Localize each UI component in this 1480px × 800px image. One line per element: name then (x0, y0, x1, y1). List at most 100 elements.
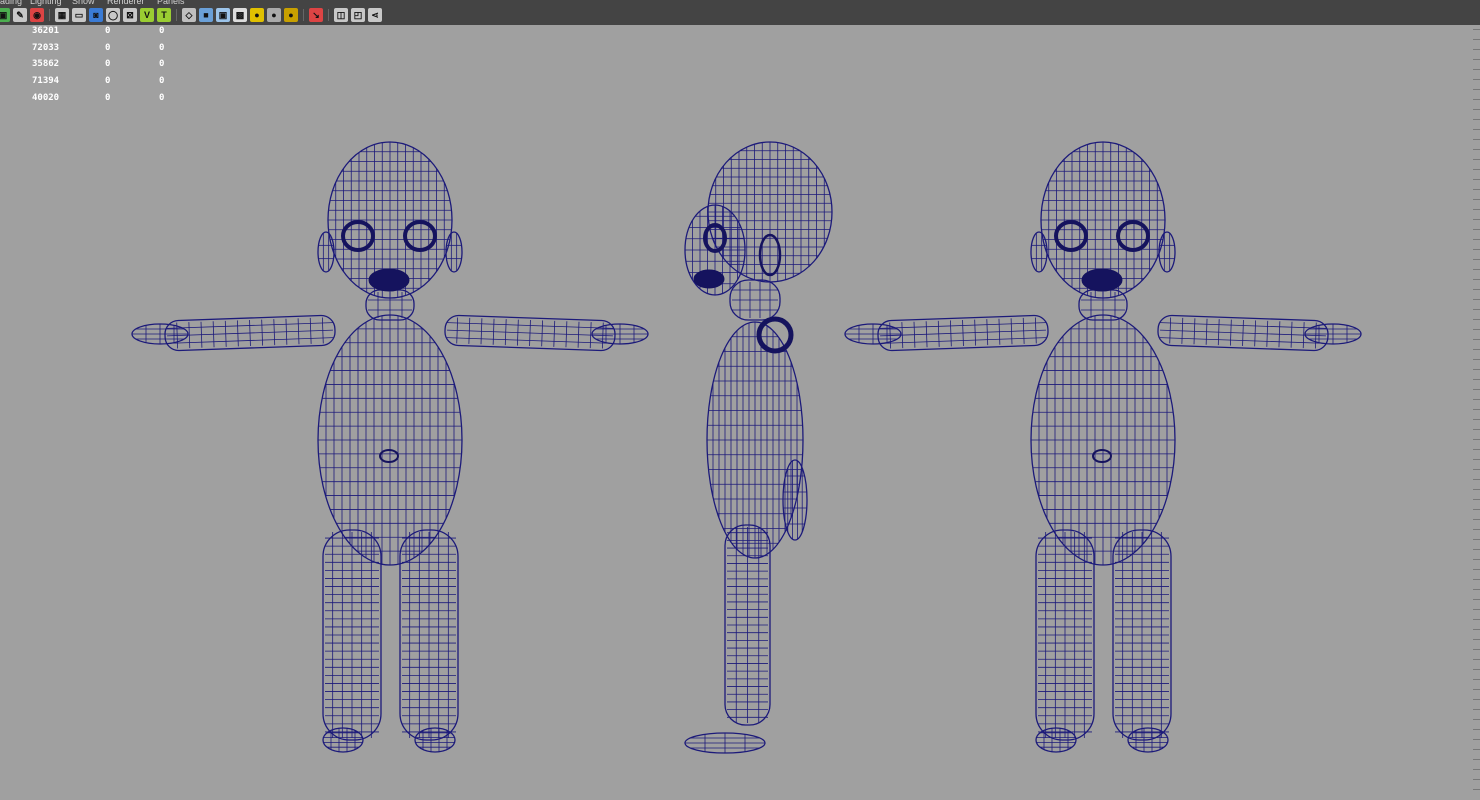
menu-lighting[interactable]: Lighting (30, 0, 62, 7)
maya-viewport[interactable]: ading Lighting Show Renderer Panels ▣ ✎ ◉ ▦ ▭ ◙ ◯ ⊠… (0, 0, 1480, 800)
mouth-mesh (1081, 268, 1123, 292)
edge-tick (1473, 379, 1480, 380)
side-neck-mesh (729, 279, 781, 321)
edge-tick (1473, 659, 1480, 660)
edge-tick (1473, 309, 1480, 310)
side-shoulder-mesh (756, 316, 794, 354)
hud-value: 0 (159, 26, 165, 36)
select-camera-icon[interactable]: ▣ (0, 8, 10, 22)
field-chart-icon[interactable]: ⊠ (123, 8, 137, 22)
hud-row: 71394 0 0 (0, 76, 200, 90)
side-mouth-mesh (693, 269, 725, 289)
left-eye-mesh (1054, 220, 1088, 252)
edge-tick (1473, 349, 1480, 350)
right-hand-mesh (591, 323, 649, 345)
edge-tick (1473, 549, 1480, 550)
edge-tick (1473, 149, 1480, 150)
edge-tick (1473, 369, 1480, 370)
textured-icon[interactable]: ▩ (233, 8, 247, 22)
toolbar-separator (328, 9, 329, 21)
edge-tick (1473, 509, 1480, 510)
xray-joints-icon[interactable]: ◰ (351, 8, 365, 22)
menu-ading[interactable]: ading (0, 0, 22, 7)
screen-space-ao-icon[interactable]: ● (284, 8, 298, 22)
wireframe-on-shaded-icon[interactable]: ▣ (216, 8, 230, 22)
grid-icon[interactable]: ▦ (55, 8, 69, 22)
edge-tick (1473, 169, 1480, 170)
edge-tick (1473, 259, 1480, 260)
edge-tick (1473, 199, 1480, 200)
menu-panels[interactable]: Panels (157, 0, 185, 7)
hud-row: 35862 0 0 (0, 59, 200, 73)
icon-bar: ▣ ✎ ◉ ▦ ▭ ◙ ◯ ⊠ V T ◇ ■ ▣ ▩ ● ● ● ↘ ◫ ◰ ⋖ (0, 8, 1480, 24)
right-ear-mesh (1158, 231, 1176, 273)
hud-value: 0 (105, 59, 111, 70)
edge-tick (1473, 679, 1480, 680)
right-ear-mesh (445, 231, 463, 273)
left-arm-mesh (877, 314, 1049, 352)
hud-value: 0 (105, 42, 111, 53)
edge-tick (1473, 139, 1480, 140)
left-hand-mesh (131, 323, 189, 345)
use-all-lights-icon[interactable]: ● (250, 8, 264, 22)
toolbar-separator (49, 9, 50, 21)
lock-camera-icon[interactable]: ✎ (13, 8, 27, 22)
safe-title-icon[interactable]: T (157, 8, 171, 22)
edge-tick (1473, 179, 1480, 180)
edge-tick (1473, 669, 1480, 670)
right-arm-mesh (1157, 314, 1329, 352)
viewport-toolbar: ading Lighting Show Renderer Panels ▣ ✎ ◉ ▦ ▭ ◙ ◯ ⊠… (0, 0, 1480, 25)
edge-tick (1473, 39, 1480, 40)
hud-row: 36201 0 0 (0, 26, 200, 40)
edge-tick (1473, 559, 1480, 560)
edge-tick (1473, 409, 1480, 410)
edge-tick (1473, 489, 1480, 490)
bookmark-icon[interactable]: ◉ (30, 8, 44, 22)
edge-tick (1473, 119, 1480, 120)
edge-tick (1473, 239, 1480, 240)
edge-tick (1473, 709, 1480, 710)
menu-show[interactable]: Show (72, 0, 95, 7)
hud-value: 71394 (32, 76, 60, 87)
back-view-wireframe[interactable] (843, 140, 1363, 760)
smooth-shade-icon[interactable]: ■ (199, 8, 213, 22)
safe-action-icon[interactable]: V (140, 8, 154, 22)
resolution-gate-icon[interactable]: ◙ (89, 8, 103, 22)
front-view-wireframe[interactable] (130, 140, 650, 760)
navel-mesh (379, 449, 399, 463)
edge-tick (1473, 499, 1480, 500)
isolate-select-icon[interactable]: ↘ (309, 8, 323, 22)
right-eye-mesh (1116, 220, 1150, 252)
hud-value: 0 (105, 76, 111, 87)
edge-tick (1473, 649, 1480, 650)
edge-tick (1473, 619, 1480, 620)
navel-mesh (1092, 449, 1112, 463)
hud-value: 35862 (32, 59, 60, 70)
film-gate-icon[interactable]: ▭ (72, 8, 86, 22)
edge-tick (1473, 569, 1480, 570)
edge-tick (1473, 79, 1480, 80)
edge-tick (1473, 779, 1480, 780)
xray-icon[interactable]: ◫ (334, 8, 348, 22)
edge-tick (1473, 699, 1480, 700)
edge-tick (1473, 89, 1480, 90)
edge-tick (1473, 759, 1480, 760)
hud-value: 0 (105, 26, 111, 36)
side-torso-mesh (706, 321, 804, 559)
edge-tick (1473, 739, 1480, 740)
edge-tick (1473, 729, 1480, 730)
edge-tick (1473, 439, 1480, 440)
side-buttock-mesh (782, 459, 808, 541)
left-ear-mesh (1030, 231, 1048, 273)
edge-tick (1473, 279, 1480, 280)
hud-value: 0 (159, 59, 165, 70)
side-view-wireframe[interactable] (675, 140, 845, 760)
edge-tick (1473, 609, 1480, 610)
shadows-icon[interactable]: ● (267, 8, 281, 22)
wireframe-icon[interactable]: ◇ (182, 8, 196, 22)
side-leg-mesh (724, 524, 771, 726)
gate-mask-icon[interactable]: ◯ (106, 8, 120, 22)
edge-tick (1473, 319, 1480, 320)
menu-renderer[interactable]: Renderer (107, 0, 145, 7)
share-icon[interactable]: ⋖ (368, 8, 382, 22)
